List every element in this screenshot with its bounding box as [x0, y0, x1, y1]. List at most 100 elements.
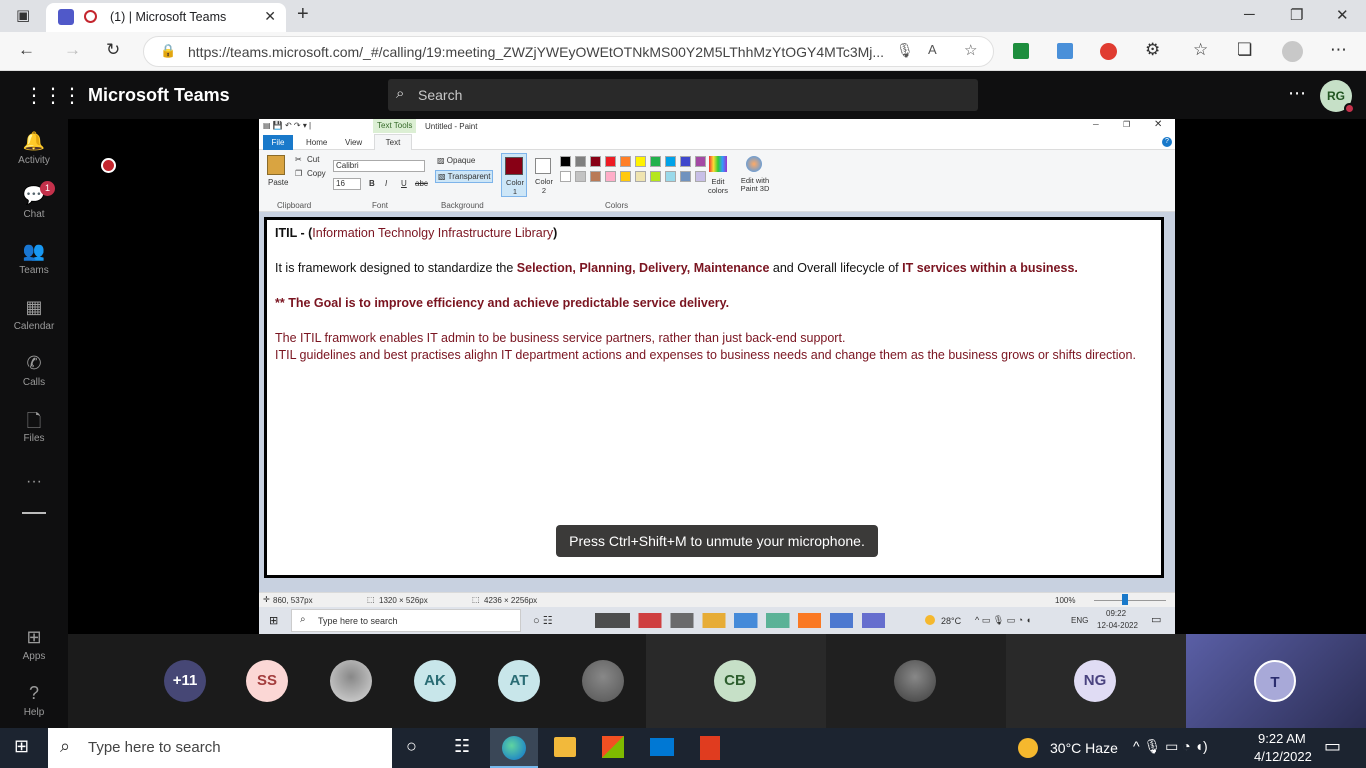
shared-start-icon: ⊞: [269, 615, 279, 627]
forward-icon[interactable]: →: [64, 40, 81, 60]
extension-blue-icon[interactable]: [1057, 43, 1073, 59]
underline-icon: U: [401, 179, 407, 188]
back-icon[interactable]: ←: [18, 40, 35, 60]
transparent-option: ▧ Transparent: [435, 170, 493, 183]
refresh-icon[interactable]: ↻: [106, 40, 120, 60]
browser-tab[interactable]: (1) | Microsoft Teams ✕: [46, 3, 286, 32]
palette-swatch: [620, 156, 631, 167]
rail-help[interactable]: ? Help: [0, 683, 68, 718]
color2-button: Color 2: [531, 153, 557, 197]
clock-date[interactable]: 4/12/2022: [1254, 749, 1312, 764]
extension-red-icon[interactable]: [1100, 43, 1117, 60]
microphone-icon[interactable]: 🎙: [896, 42, 914, 59]
calendar-icon: ▦: [25, 297, 43, 317]
file-explorer-icon[interactable]: [554, 737, 576, 757]
zoom-thumb: [1122, 594, 1128, 605]
canvas-text-run: Selection, Planning, Delivery, Maintenan…: [516, 261, 770, 275]
favorites-icon[interactable]: ☆: [1193, 40, 1208, 60]
rail-label: Apps: [22, 651, 46, 662]
participant-photo-avatar[interactable]: [330, 660, 372, 702]
opaque-label: Opaque: [446, 156, 476, 165]
profile-icon[interactable]: [1282, 41, 1303, 62]
palette-swatch: [680, 171, 691, 182]
rail-activity[interactable]: 🔔 Activity: [0, 131, 68, 166]
address-bar[interactable]: 🔒 https://teams.microsoft.com/_#/calling…: [143, 36, 994, 67]
rail-chat[interactable]: 💬 Chat 1: [0, 181, 68, 220]
close-window-icon[interactable]: ✕: [1336, 6, 1349, 24]
opaque-icon: ▨: [437, 156, 445, 165]
avatar[interactable]: RG: [1320, 80, 1355, 114]
recording-indicator-icon: [101, 158, 116, 173]
search-placeholder: Search: [418, 87, 463, 103]
rail-calendar[interactable]: ▦ Calendar: [0, 297, 68, 332]
taskbar-edge-active[interactable]: [490, 728, 538, 768]
office-icon[interactable]: [700, 736, 720, 760]
paint-window-title: Untitled - Paint: [425, 122, 478, 131]
paint-tab-view: View: [345, 138, 363, 147]
rail-label: Help: [23, 707, 45, 718]
participant-avatar[interactable]: AT: [498, 660, 540, 702]
windows-start-icon[interactable]: ⊞: [14, 736, 29, 757]
palette-swatch: [665, 156, 676, 167]
shared-taskbar-apps: [595, 613, 885, 628]
palette-swatch: [575, 171, 586, 182]
more-options-icon[interactable]: ⋯: [1288, 83, 1306, 104]
teams-header: ⋮⋮⋮ Microsoft Teams ⌕ Search ⋯ RG: [0, 71, 1366, 119]
favorite-icon[interactable]: ☆: [964, 41, 977, 59]
clipboard-group-label: Clipboard: [277, 201, 312, 210]
paste-label: Paste: [268, 178, 289, 187]
rail-more-icon[interactable]: ···: [0, 473, 68, 491]
cortana-icon[interactable]: ○: [406, 736, 417, 757]
extension-sheets-icon[interactable]: [1013, 43, 1029, 59]
paint-tab-home: Home: [306, 138, 328, 147]
store-icon[interactable]: [602, 736, 624, 758]
participant-photo-avatar[interactable]: [582, 660, 624, 702]
maximize-icon[interactable]: ❐: [1290, 6, 1303, 24]
mail-icon[interactable]: [650, 738, 674, 756]
system-tray-icons[interactable]: ^ 🎙 ▭ ◔ ◖): [1133, 738, 1208, 755]
tab-actions-icon[interactable]: ▣: [16, 6, 30, 24]
participant-avatar[interactable]: +11: [164, 660, 206, 702]
color1-label: Color 1: [506, 178, 524, 196]
participant-avatar[interactable]: T: [1254, 660, 1296, 702]
rail-teams[interactable]: 👥 Teams: [0, 241, 68, 276]
rail-label: Files: [23, 433, 45, 444]
paint-tabs: File Home View Text ?: [259, 133, 1175, 151]
canvas-text-run: IT services within a business.: [902, 261, 1078, 275]
shared-notifications-icon: ▭: [1151, 614, 1162, 626]
weather-text[interactable]: 30°C Haze: [1050, 740, 1118, 756]
palette-swatch: [650, 171, 661, 182]
extensions-icon[interactable]: ⚙: [1145, 40, 1160, 60]
clock-time[interactable]: 9:22 AM: [1258, 731, 1306, 746]
windows-taskbar: ⊞ ⌕ Type here to search ○ ☷ 30°C Haze ^ …: [0, 728, 1366, 768]
rail-files[interactable]: 🗋 Files: [0, 409, 68, 444]
task-view-icon[interactable]: ☷: [454, 736, 470, 757]
more-icon[interactable]: ⋯: [1330, 40, 1347, 60]
collections-icon[interactable]: ❏: [1237, 40, 1252, 60]
read-aloud-icon[interactable]: A: [928, 42, 937, 57]
chat-badge: 1: [40, 181, 55, 196]
participant-photo-avatar[interactable]: [894, 660, 936, 702]
colors-group-label: Colors: [605, 201, 629, 210]
notifications-icon[interactable]: ▭: [1324, 736, 1341, 757]
new-tab-icon[interactable]: +: [297, 3, 309, 26]
participant-avatar[interactable]: AK: [414, 660, 456, 702]
close-tab-icon[interactable]: ✕: [264, 8, 276, 25]
palette-swatch: [635, 171, 646, 182]
shared-weather-icon: [925, 615, 935, 625]
browser-toolbar: ← → ↻ 🔒 https://teams.microsoft.com/_#/c…: [0, 32, 1366, 71]
participant-avatar[interactable]: NG: [1074, 660, 1116, 702]
app-launcher-icon[interactable]: ⋮⋮⋮: [24, 83, 82, 108]
edit-colors-icon: [709, 156, 727, 172]
canvas-text-run: It is framework designed to standardize …: [275, 261, 517, 275]
minimize-icon[interactable]: ─: [1244, 6, 1255, 23]
paint3d-label: Edit with Paint 3D: [740, 176, 770, 193]
recording-icon: [84, 10, 97, 23]
help-icon: ?: [28, 683, 39, 703]
windows-search-input[interactable]: ⌕ Type here to search: [48, 728, 392, 768]
participant-avatar[interactable]: SS: [246, 660, 288, 702]
rail-apps[interactable]: ⊞ Apps: [0, 627, 68, 662]
participant-avatar[interactable]: CB: [714, 660, 756, 702]
rail-calls[interactable]: ✆ Calls: [0, 353, 68, 388]
search-input[interactable]: ⌕ Search: [388, 79, 978, 111]
